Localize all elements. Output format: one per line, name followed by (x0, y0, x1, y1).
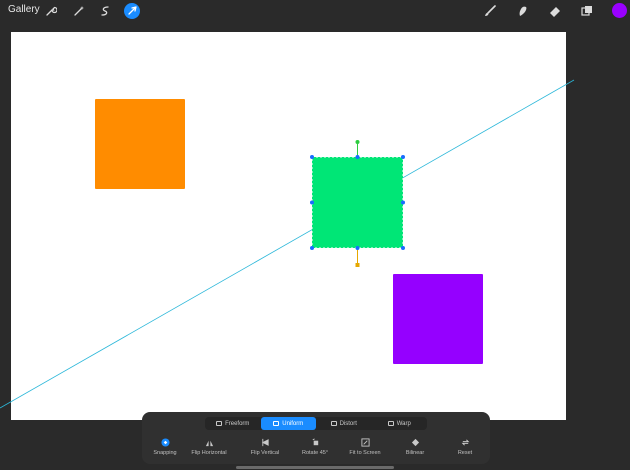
transform-mode-selector: Freeform Uniform Distort Warp (205, 417, 427, 430)
resize-handle-top[interactable] (355, 155, 360, 159)
resize-handle-bottom-left[interactable] (310, 246, 314, 250)
reset-button[interactable]: Reset (438, 437, 492, 456)
color-swatch[interactable] (612, 3, 627, 18)
mode-distort[interactable]: Distort (316, 417, 372, 430)
snapping-icon (160, 437, 170, 447)
selection-icon[interactable] (97, 3, 113, 19)
rotate-45-button[interactable]: Rotate 45° (288, 437, 342, 456)
fit-to-screen-icon (360, 437, 370, 447)
smudge-icon[interactable] (514, 3, 530, 19)
resize-handle-left[interactable] (310, 200, 314, 205)
warp-icon (387, 421, 394, 426)
transform-panel: Freeform Uniform Distort Warp Snapping F… (142, 412, 490, 464)
transform-arrow-icon[interactable] (124, 3, 140, 19)
distort-icon (330, 421, 337, 426)
mode-warp[interactable]: Warp (372, 417, 428, 430)
top-toolbar: Gallery (0, 0, 630, 22)
green-square-selection[interactable] (310, 140, 405, 267)
magic-wand-icon[interactable] (71, 3, 87, 19)
orange-square[interactable] (95, 99, 185, 189)
resize-handle-bottom[interactable] (355, 246, 360, 250)
bilinear-icon (410, 437, 420, 447)
rotate-icon (310, 437, 320, 447)
drawing-canvas[interactable] (0, 32, 575, 420)
resize-handle-top-right[interactable] (401, 155, 405, 159)
rotation-handle[interactable] (355, 140, 360, 144)
flip-vertical-button[interactable]: Flip Vertical (238, 437, 292, 456)
reset-icon (460, 437, 470, 447)
bilinear-button[interactable]: Bilinear (388, 437, 442, 456)
guide-line (0, 79, 575, 409)
flip-vertical-icon (260, 437, 270, 447)
brush-icon[interactable] (482, 3, 498, 19)
transform-actions: Snapping Flip Horizontal Flip Vertical R… (142, 437, 490, 461)
fit-to-screen-button[interactable]: Fit to Screen (338, 437, 392, 456)
eraser-icon[interactable] (547, 3, 563, 19)
resize-handle-top-left[interactable] (310, 155, 314, 159)
mode-freeform[interactable]: Freeform (205, 417, 261, 430)
layers-icon[interactable] (579, 3, 595, 19)
resize-handle-bottom-right[interactable] (401, 246, 405, 250)
gallery-button[interactable]: Gallery (8, 4, 40, 15)
green-square[interactable] (312, 157, 403, 248)
canvas-artwork (0, 79, 575, 409)
wrench-icon[interactable] (43, 3, 59, 19)
mode-uniform[interactable]: Uniform (260, 417, 316, 430)
freeform-icon (216, 421, 223, 426)
resize-handle-right[interactable] (401, 200, 405, 205)
flip-horizontal-button[interactable]: Flip Horizontal (182, 437, 236, 456)
pivot-handle[interactable] (355, 263, 360, 267)
home-indicator (236, 466, 394, 469)
flip-horizontal-icon (204, 437, 214, 447)
purple-square[interactable] (393, 274, 483, 364)
uniform-icon (273, 421, 280, 426)
